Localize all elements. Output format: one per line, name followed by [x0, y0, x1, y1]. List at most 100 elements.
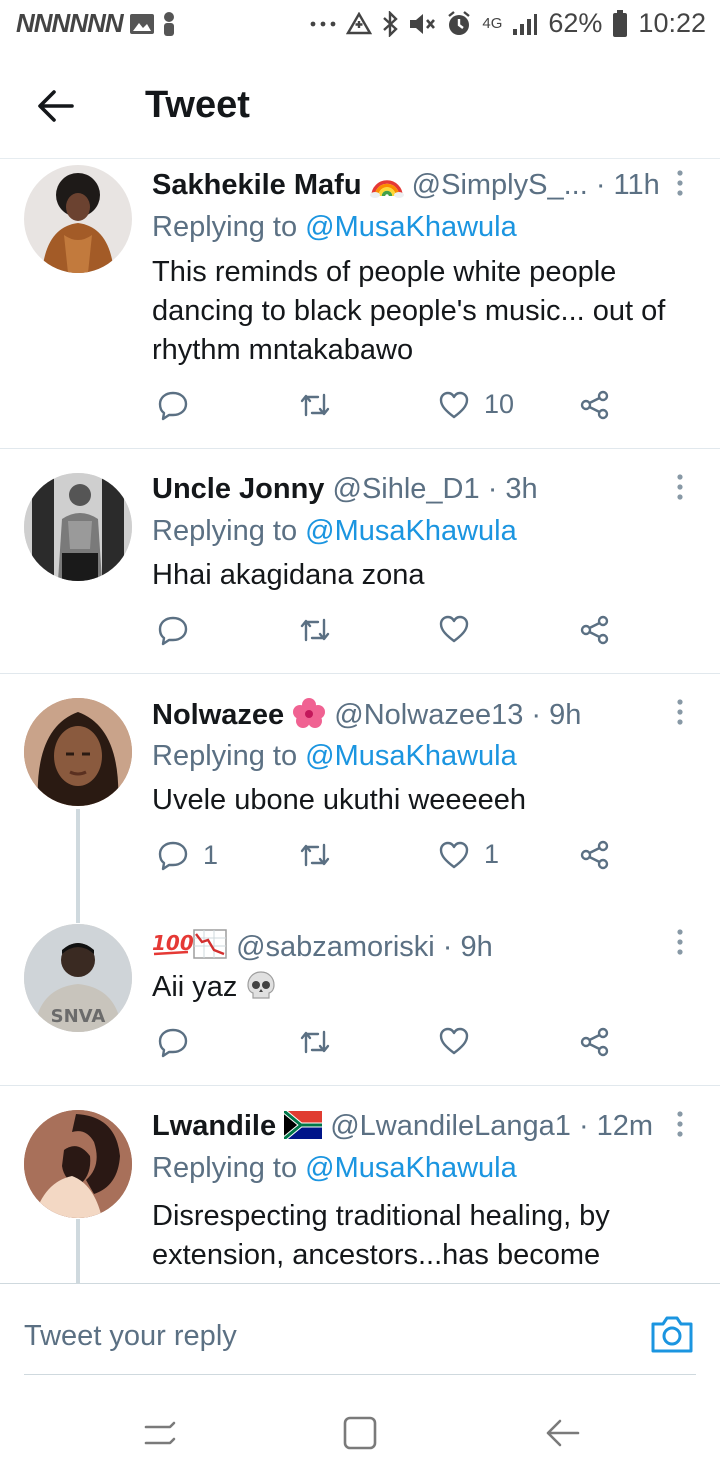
retweet-button[interactable]: [298, 389, 346, 421]
author-name[interactable]: Nolwazee: [152, 699, 284, 731]
system-nav-bar: [0, 1383, 720, 1480]
retweet-button[interactable]: [298, 614, 346, 646]
more-vert-icon[interactable]: [670, 169, 690, 199]
like-button[interactable]: 1: [438, 839, 499, 870]
author-handle[interactable]: @Nolwazee13: [334, 699, 523, 731]
like-count: 1: [484, 839, 500, 869]
clock: 10:22: [638, 8, 706, 38]
author-handle[interactable]: @LwandileLanga1: [330, 1110, 571, 1142]
author-handle[interactable]: @Sihle_D1: [333, 473, 480, 505]
composer-underline: [24, 1374, 696, 1375]
network-type: 4G: [482, 14, 503, 32]
author-handle[interactable]: @sabzamoriski: [236, 931, 435, 963]
reply-button[interactable]: 1: [157, 839, 218, 871]
more-vert-icon[interactable]: [670, 1110, 690, 1140]
camera-icon[interactable]: [650, 1314, 694, 1354]
tweet-text: Hhai akagidana zona: [152, 559, 425, 591]
tweet-text-content: Aii yaz: [152, 971, 238, 1003]
tweet-card[interactable]: Lwandile @LwandileLanga1 · 12m Replying …: [0, 1086, 720, 1283]
svg-text:SNVA: SNVA: [51, 1006, 106, 1027]
reply-input[interactable]: Tweet your reply: [24, 1320, 237, 1353]
retweet-icon: [300, 843, 330, 867]
avatar[interactable]: [24, 473, 132, 581]
tweet-text: This reminds of people white people danc…: [152, 256, 666, 366]
tweet-actions: [152, 1026, 632, 1066]
home-icon[interactable]: [340, 1413, 380, 1453]
retweet-button[interactable]: [298, 1026, 346, 1058]
tweet-card[interactable]: Uncle Jonny @Sihle_D1 · 3h Replying to @…: [0, 449, 720, 673]
tweet-text: Disrespecting traditional healing, by ex…: [152, 1200, 610, 1271]
heart-icon: [439, 615, 469, 643]
reply-count: 1: [203, 839, 219, 870]
more-vert-icon[interactable]: [670, 698, 690, 728]
replying-to-label: Replying to: [152, 515, 298, 547]
reply-icon: [158, 616, 188, 646]
reply-button[interactable]: [157, 1026, 203, 1058]
alarm-icon: [448, 10, 471, 35]
like-button[interactable]: [438, 614, 484, 644]
like-button[interactable]: [438, 1026, 484, 1056]
share-button[interactable]: [579, 1026, 611, 1058]
south-africa-flag-emoji: [284, 1111, 323, 1139]
share-button[interactable]: [579, 389, 611, 421]
arrow-left-icon[interactable]: [36, 86, 76, 126]
more-dots-icon: [310, 21, 336, 26]
bluetooth-icon: [383, 10, 399, 37]
tweet-actions: 1 1: [152, 839, 632, 879]
timestamp: · 9h: [531, 699, 582, 731]
tweet-actions: 10: [152, 389, 632, 429]
author-handle[interactable]: @SimplyS_...: [412, 169, 588, 201]
mute-icon: [410, 13, 436, 34]
avatar[interactable]: [24, 1110, 132, 1218]
tweet-card[interactable]: Sakhekile Mafu @SimplyS_... · 11h Replyi…: [0, 159, 720, 448]
more-vert-icon[interactable]: [670, 928, 690, 958]
avatar[interactable]: [24, 165, 132, 273]
retweet-icon: [300, 393, 330, 417]
retweet-icon: [300, 1030, 330, 1054]
battery-icon: [613, 9, 628, 37]
reply-feed[interactable]: Sakhekile Mafu @SimplyS_... · 11h Replyi…: [0, 159, 720, 1283]
author-name[interactable]: Lwandile: [152, 1110, 276, 1142]
share-button[interactable]: [579, 839, 611, 871]
avatar[interactable]: [24, 698, 132, 806]
reply-composer[interactable]: Tweet your reply: [0, 1283, 720, 1384]
hundred-points-and-chart-decreasing-emoji: 100: [152, 929, 227, 959]
replying-to-link[interactable]: @MusaKhawula: [305, 211, 517, 243]
reply-button[interactable]: [157, 614, 203, 646]
avatar[interactable]: SNVA: [24, 924, 132, 1032]
share-icon: [580, 615, 609, 645]
share-button[interactable]: [579, 614, 611, 646]
replying-to-label: Replying to: [152, 740, 298, 772]
tweet-card[interactable]: Nolwazee @Nolwazee13 · 9h Replying to @M…: [0, 674, 720, 904]
hibiscus-emoji: [293, 698, 326, 728]
recent-apps-icon[interactable]: [140, 1413, 180, 1453]
replying-to-label: Replying to: [152, 211, 298, 243]
replying-to: Replying to @MusaKhawula: [152, 740, 517, 773]
replying-to-link[interactable]: @MusaKhawula: [305, 740, 517, 772]
back-icon[interactable]: [542, 1413, 582, 1453]
replying-to: Replying to @MusaKhawula: [152, 515, 517, 548]
more-vert-icon[interactable]: [670, 473, 690, 503]
heart-icon: [439, 841, 469, 868]
tweet-header: 100 @sabzamoriski · 9h: [152, 928, 493, 964]
replying-to-link[interactable]: @MusaKhawula: [305, 1152, 517, 1184]
replying-to: Replying to @MusaKhawula: [152, 211, 517, 244]
page-title: Tweet: [145, 84, 250, 126]
replying-to-link[interactable]: @MusaKhawula: [305, 515, 517, 547]
skull-emoji: [247, 971, 276, 999]
reply-button[interactable]: [157, 389, 203, 421]
tweet-header: Lwandile @LwandileLanga1 · 12m: [152, 1110, 653, 1143]
tweet-card[interactable]: SNVA 100 @sabzamoriski · 9h Aii yaz: [0, 904, 720, 1084]
retweet-button[interactable]: [298, 839, 346, 871]
heart-icon: [439, 391, 469, 418]
timestamp: · 9h: [442, 931, 493, 963]
timestamp: · 12m: [578, 1110, 654, 1142]
author-name[interactable]: Uncle Jonny: [152, 473, 324, 505]
retweet-icon: [300, 618, 330, 642]
reply-icon: [158, 841, 188, 871]
author-name[interactable]: Sakhekile Mafu: [152, 169, 362, 201]
like-button[interactable]: 10: [438, 389, 514, 420]
gallery-icon: [129, 13, 154, 34]
data-saver-icon: [346, 11, 373, 34]
timestamp: · 11h: [595, 169, 660, 201]
